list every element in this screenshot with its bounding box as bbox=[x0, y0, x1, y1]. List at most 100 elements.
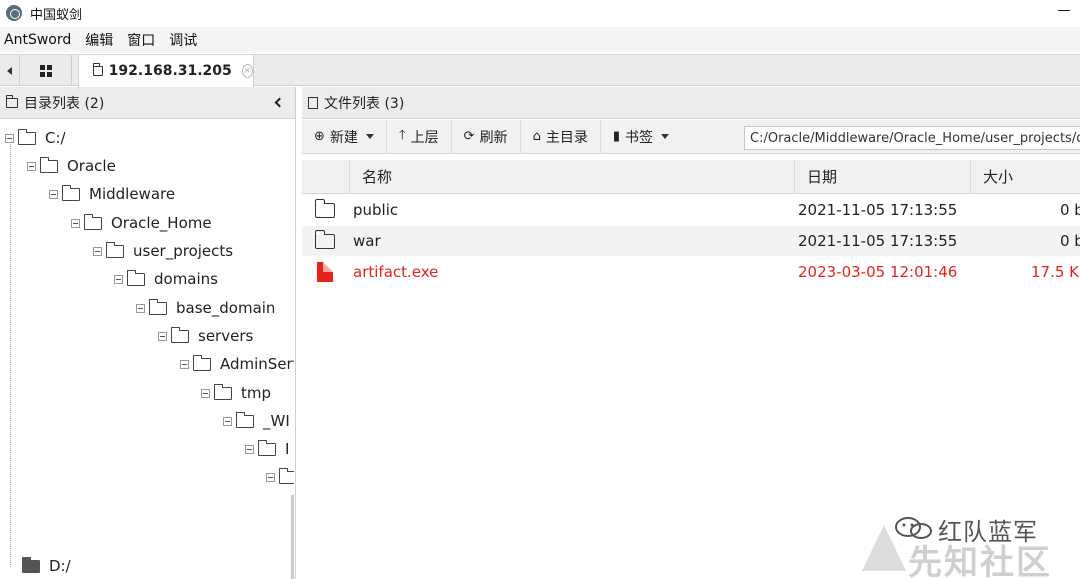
file-date: 2023-03-05 12:01:46 bbox=[798, 263, 958, 281]
menu-antsword[interactable]: AntSword bbox=[4, 32, 71, 48]
collapse-toggle-icon[interactable] bbox=[71, 218, 80, 228]
folder-icon bbox=[236, 411, 254, 428]
file-panel: 文件列表 (3) ⊕ 新建 🡑 上层 ⟳ 刷新 ⌂ 主目录 ▮ 书签 名称 日期 bbox=[302, 87, 1080, 579]
menu-window[interactable]: 窗口 bbox=[127, 30, 155, 50]
collapse-toggle-icon[interactable] bbox=[266, 472, 275, 482]
column-header-size[interactable]: 大小 bbox=[971, 160, 1080, 194]
tree-node-label: Oracle_Home bbox=[111, 214, 212, 232]
folder-icon bbox=[314, 229, 335, 249]
collapse-toggle-icon[interactable] bbox=[49, 189, 58, 199]
up-button-label: 上层 bbox=[410, 129, 439, 146]
tab-scroll-left-button[interactable] bbox=[0, 55, 20, 86]
menu-edit[interactable]: 编辑 bbox=[85, 30, 113, 50]
refresh-button-label: 刷新 bbox=[479, 129, 508, 146]
tree-node-label: D:/ bbox=[49, 557, 71, 575]
collapse-toggle-icon[interactable] bbox=[180, 359, 189, 369]
tree-node-label: C:/ bbox=[45, 129, 66, 147]
column-header-name-label: 名称 bbox=[362, 168, 393, 186]
tree-node-c-drive[interactable]: C:/ bbox=[5, 127, 66, 149]
bookmark-button[interactable]: ▮ 书签 bbox=[601, 120, 681, 154]
collapse-toggle-icon[interactable] bbox=[114, 274, 123, 284]
tree-node-level-11[interactable]: I bbox=[245, 438, 289, 460]
home-icon: ⌂ bbox=[532, 129, 541, 144]
file-size: 0 b bbox=[1060, 201, 1080, 219]
folder-icon bbox=[18, 128, 36, 145]
home-button-label: 主目录 bbox=[545, 129, 588, 146]
refresh-button[interactable]: ⟳ 刷新 bbox=[452, 119, 521, 154]
table-row[interactable]: public 2021-11-05 17:13:55 0 b bbox=[302, 195, 1080, 225]
table-row[interactable]: war 2021-11-05 17:13:55 0 b bbox=[302, 226, 1080, 256]
home-button[interactable]: ⌂ 主目录 bbox=[521, 119, 601, 154]
tree-node-middleware[interactable]: Middleware bbox=[49, 183, 175, 205]
tree-node-label: domains bbox=[154, 270, 218, 288]
chevron-left-icon bbox=[7, 66, 12, 75]
tab-host-label: 192.168.31.205 bbox=[108, 63, 232, 79]
menu-debug[interactable]: 调试 bbox=[169, 30, 197, 50]
tree-node-domains[interactable]: domains bbox=[114, 268, 218, 290]
tree-node-oracle[interactable]: Oracle bbox=[27, 155, 116, 177]
tree-node-tmp[interactable]: tmp bbox=[201, 382, 271, 404]
tree-node-servers[interactable]: servers bbox=[158, 325, 253, 347]
tab-home-grid[interactable] bbox=[20, 55, 72, 86]
folder-icon bbox=[93, 63, 103, 76]
folder-icon bbox=[6, 94, 18, 108]
column-header-size-label: 大小 bbox=[983, 168, 1014, 186]
collapse-toggle-icon[interactable] bbox=[5, 133, 14, 143]
table-row[interactable]: artifact.exe 2023-03-05 12:01:46 17.5 Kb bbox=[302, 257, 1080, 287]
folder-icon bbox=[214, 383, 232, 400]
tree-node-base-domain[interactable]: base_domain bbox=[136, 297, 275, 319]
bookmark-button-label: 书签 bbox=[625, 129, 653, 146]
chevron-down-icon bbox=[661, 134, 669, 139]
collapse-toggle-icon[interactable] bbox=[245, 444, 254, 454]
tab-host[interactable]: 192.168.31.205 × bbox=[78, 55, 254, 87]
collapse-toggle-icon[interactable] bbox=[136, 303, 145, 313]
folder-icon bbox=[314, 198, 335, 218]
directory-panel-header: 目录列表 (2) bbox=[0, 87, 295, 119]
tree-node-d-drive[interactable]: D:/ bbox=[22, 555, 71, 577]
tree-node-label: tmp bbox=[241, 384, 272, 402]
minimize-button[interactable] bbox=[1056, 2, 1072, 18]
tab-close-icon[interactable]: × bbox=[241, 64, 253, 78]
collapse-toggle-icon[interactable] bbox=[93, 246, 102, 256]
file-size: 17.5 Kb bbox=[1031, 263, 1080, 281]
up-button[interactable]: 🡑 上层 bbox=[387, 119, 452, 154]
folder-icon bbox=[106, 241, 124, 258]
tree-node-adminserver[interactable]: AdminServ bbox=[180, 353, 294, 375]
tree-node-level-12[interactable] bbox=[266, 466, 294, 488]
refresh-icon: ⟳ bbox=[463, 129, 475, 144]
column-header-date[interactable]: 日期 bbox=[795, 160, 971, 194]
tree-guide-line bbox=[10, 137, 11, 567]
tab-bar: 192.168.31.205 × bbox=[0, 54, 1080, 87]
collapse-toggle-icon[interactable] bbox=[158, 331, 167, 341]
folder-icon bbox=[127, 269, 145, 286]
tree-node-label: Middleware bbox=[89, 185, 176, 203]
column-header-icon bbox=[302, 160, 350, 194]
window-title: 中国蚁剑 bbox=[30, 7, 83, 23]
collapse-toggle-icon[interactable] bbox=[201, 388, 210, 398]
file-size: 0 b bbox=[1060, 232, 1080, 250]
tree-node-label: _WI bbox=[263, 412, 290, 430]
collapse-toggle-icon[interactable] bbox=[27, 161, 36, 171]
file-icon bbox=[308, 96, 318, 109]
new-button-label: 新建 bbox=[329, 129, 358, 146]
file-name: artifact.exe bbox=[353, 263, 439, 281]
directory-panel-title: 目录列表 (2) bbox=[24, 95, 105, 112]
tree-node-wl[interactable]: _WI bbox=[223, 410, 290, 432]
plus-circle-icon: ⊕ bbox=[314, 129, 325, 144]
chevron-down-icon bbox=[365, 134, 374, 139]
collapse-panel-icon[interactable] bbox=[274, 97, 285, 108]
column-header-name[interactable]: 名称 bbox=[350, 160, 795, 194]
arrow-up-icon: 🡑 bbox=[398, 127, 406, 143]
file-icon bbox=[317, 262, 333, 282]
tree-node-user-projects[interactable]: user_projects bbox=[93, 240, 233, 262]
folder-icon bbox=[149, 298, 167, 315]
menu-bar: AntSword 编辑 窗口 调试 bbox=[0, 27, 1080, 53]
tree-node-oracle-home[interactable]: Oracle_Home bbox=[71, 212, 212, 234]
antsword-app-icon bbox=[6, 5, 22, 21]
new-button[interactable]: ⊕ 新建 bbox=[302, 119, 387, 154]
collapse-toggle-icon[interactable] bbox=[223, 416, 232, 426]
directory-panel: 目录列表 (2) C:/ Oracle Middleware Oracle_Ho… bbox=[0, 87, 296, 579]
tree-scrollbar[interactable] bbox=[291, 495, 294, 579]
folder-icon bbox=[193, 354, 211, 371]
path-input[interactable] bbox=[744, 126, 1080, 150]
